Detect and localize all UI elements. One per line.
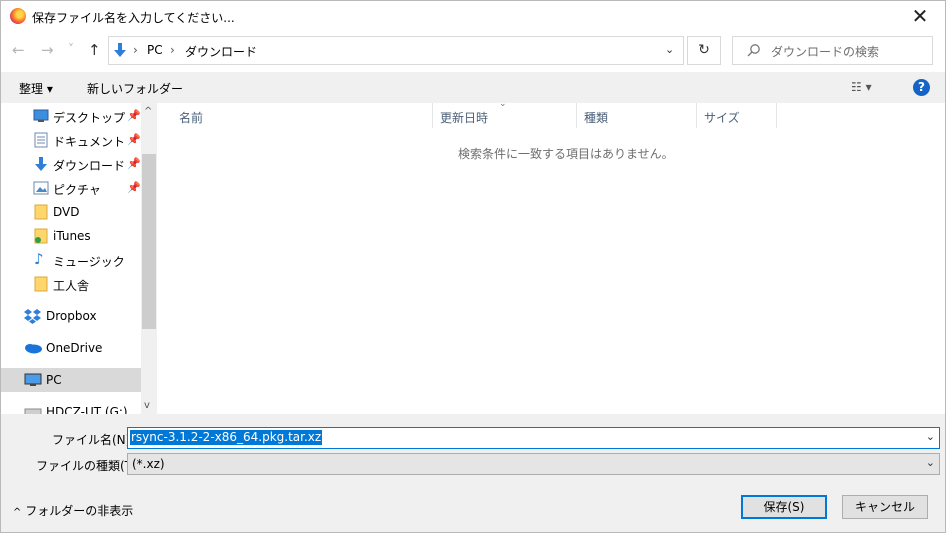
column-modified[interactable]: 更新日時 xyxy=(440,109,488,134)
search-icon xyxy=(747,44,760,57)
empty-message: 検索条件に一致する項目はありません。 xyxy=(458,147,674,161)
title-bar: 保存ファイル名を入力してください... ✕ xyxy=(1,1,945,31)
search-box[interactable]: ダウンロードの検索 xyxy=(732,36,933,65)
sidebar-item-label: PC xyxy=(46,373,62,387)
breadcrumb-separator: › xyxy=(170,43,175,57)
scroll-down-arrow-icon[interactable]: v xyxy=(144,400,150,411)
download-folder-icon xyxy=(114,43,126,57)
filename-label: ファイル名(N): xyxy=(52,433,135,447)
drive-icon xyxy=(24,408,42,414)
filename-value: rsync-3.1.2-2-x86_64.pkg.tar.xz xyxy=(130,430,323,445)
navigation-pane[interactable]: デスクトップ 📌 ドキュメント 📌 ダウンロード 📌 ピクチャ 📌 DVD iT… xyxy=(1,103,158,414)
column-divider[interactable] xyxy=(776,103,777,128)
dropbox-icon xyxy=(24,309,41,324)
sidebar-item-documents[interactable]: ドキュメント 📌 xyxy=(1,129,141,151)
pin-icon: 📌 xyxy=(127,181,141,194)
filetype-select[interactable]: (*.xz) ⌄ xyxy=(127,453,940,475)
breadcrumb-pc[interactable]: PC xyxy=(147,43,163,57)
sort-indicator-icon: ⌄ xyxy=(499,99,507,109)
sidebar-scrollbar-thumb[interactable] xyxy=(142,154,156,329)
column-divider[interactable] xyxy=(432,103,433,128)
save-button[interactable]: 保存(S) xyxy=(741,495,827,519)
window-title: 保存ファイル名を入力してください... xyxy=(32,11,235,25)
breadcrumb-downloads[interactable]: ダウンロード xyxy=(185,43,257,60)
sidebar-item-label: ミュージック xyxy=(53,255,125,269)
search-placeholder: ダウンロードの検索 xyxy=(771,45,880,59)
download-icon xyxy=(35,157,47,171)
pin-icon: 📌 xyxy=(127,133,141,146)
close-button[interactable]: ✕ xyxy=(908,4,932,28)
sidebar-item-downloads[interactable]: ダウンロード 📌 xyxy=(1,153,141,175)
chevron-down-icon[interactable]: ⌄ xyxy=(665,43,674,56)
firefox-icon xyxy=(10,8,26,24)
sidebar-item-label: ダウンロード xyxy=(53,159,126,173)
sidebar-item-label: OneDrive xyxy=(46,341,103,355)
sidebar-item-label: DVD xyxy=(53,205,80,219)
view-options-button[interactable]: ☷ ▾ xyxy=(851,80,872,94)
cancel-button[interactable]: キャンセル xyxy=(842,495,928,519)
onedrive-icon xyxy=(25,344,42,354)
pc-icon xyxy=(24,373,42,386)
sidebar-item-label: HDCZ-UT (G:) xyxy=(46,405,128,414)
desktop-icon xyxy=(33,109,49,122)
folder-icon xyxy=(34,276,48,292)
document-icon xyxy=(34,132,48,148)
hide-folders-toggle[interactable]: ^ フォルダーの非表示 xyxy=(13,502,133,519)
sidebar-item-pc[interactable]: PC xyxy=(1,368,141,392)
pin-icon: 📌 xyxy=(127,157,141,170)
sidebar-item-music[interactable]: ♪ ミュージック xyxy=(1,249,141,271)
hide-folders-label: フォルダーの非表示 xyxy=(25,504,134,518)
filename-input[interactable]: rsync-3.1.2-2-x86_64.pkg.tar.xz ⌄ xyxy=(127,427,940,449)
new-folder-button[interactable]: 新しいフォルダー xyxy=(87,80,183,97)
breadcrumb-separator: › xyxy=(133,43,138,57)
details-view-icon: ☷ xyxy=(851,80,862,94)
column-type[interactable]: 種類 xyxy=(584,109,608,134)
column-name[interactable]: 名前 xyxy=(179,109,203,134)
column-size[interactable]: サイズ xyxy=(704,109,740,134)
sidebar-item-desktop[interactable]: デスクトップ 📌 xyxy=(1,105,141,127)
column-divider[interactable] xyxy=(576,103,577,128)
help-button[interactable]: ? xyxy=(913,79,930,96)
sidebar-item-drive-g[interactable]: HDCZ-UT (G:) xyxy=(1,401,141,414)
sidebar-item-label: デスクトップ xyxy=(53,111,126,125)
sidebar-item-label: 工人舎 xyxy=(53,279,90,293)
folder-icon xyxy=(34,204,48,220)
scroll-up-arrow-icon[interactable]: ^ xyxy=(144,106,152,117)
back-button[interactable]: ← xyxy=(12,41,25,59)
address-bar[interactable]: › PC › ダウンロード ⌄ xyxy=(108,36,684,65)
sidebar-item-dropbox[interactable]: Dropbox xyxy=(1,305,141,327)
command-bar: 整理 ▾ 新しいフォルダー ☷ ▾ xyxy=(1,72,945,103)
sidebar-item-label: Dropbox xyxy=(46,309,97,323)
sidebar-item-dvd[interactable]: DVD xyxy=(1,201,141,223)
up-button[interactable]: ↑ xyxy=(88,41,101,59)
chevron-down-icon[interactable]: ⌄ xyxy=(926,430,935,443)
sidebar-item-label: iTunes xyxy=(53,229,91,243)
sidebar-item-pictures[interactable]: ピクチャ 📌 xyxy=(1,177,141,199)
sidebar-item-label: ドキュメント xyxy=(53,135,126,149)
music-icon: ♪ xyxy=(34,250,44,268)
sidebar-item-kojinsha[interactable]: 工人舎 xyxy=(1,273,141,295)
recent-locations-button[interactable]: ˅ xyxy=(68,42,74,56)
organize-button[interactable]: 整理 ▾ xyxy=(19,80,53,97)
sidebar-item-itunes[interactable]: iTunes xyxy=(1,225,141,247)
sidebar-item-onedrive[interactable]: OneDrive xyxy=(1,337,141,359)
forward-button[interactable]: → xyxy=(41,41,54,59)
chevron-up-icon: ^ xyxy=(13,507,22,518)
chevron-down-icon: ⌄ xyxy=(925,456,935,469)
refresh-button[interactable]: ↻ xyxy=(687,36,721,65)
filetype-value: (*.xz) xyxy=(132,457,165,471)
organize-label: 整理 xyxy=(19,82,44,96)
pin-icon: 📌 xyxy=(127,109,141,122)
folder-icon xyxy=(34,228,48,244)
pictures-icon xyxy=(33,181,49,195)
column-divider[interactable] xyxy=(696,103,697,128)
filetype-label: ファイルの種類(T): xyxy=(36,459,141,473)
sidebar-item-label: ピクチャ xyxy=(53,183,101,197)
